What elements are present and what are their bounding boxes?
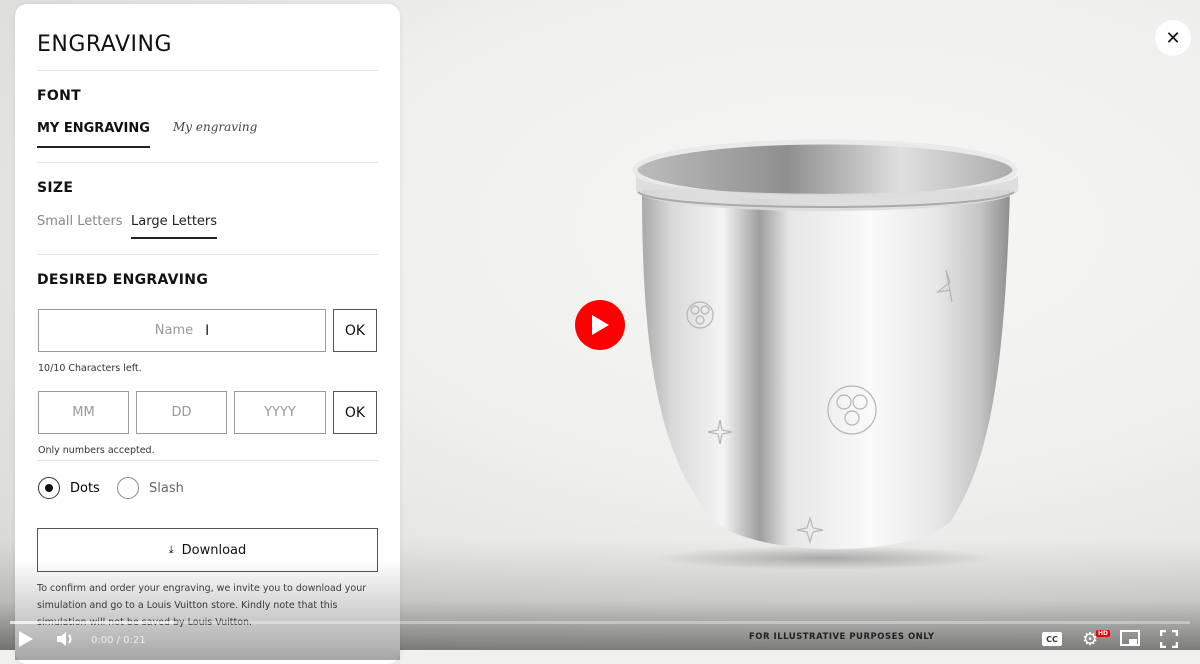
captions-button[interactable]: CC (1042, 632, 1062, 646)
chars-left-text: 10/10 Characters left. (38, 363, 142, 374)
name-ok-button[interactable]: OK (333, 309, 377, 352)
radio-selected-icon (38, 477, 60, 499)
month-input[interactable]: MM (38, 391, 129, 434)
radio-dots[interactable]: Dots (38, 477, 100, 499)
font-tab-label: My engraving (173, 120, 258, 134)
day-placeholder: DD (171, 405, 192, 420)
divider (37, 254, 378, 255)
active-tab-underline (131, 237, 218, 239)
close-icon: ✕ (1165, 27, 1181, 49)
name-input[interactable]: Name I (38, 309, 326, 352)
numbers-hint-text: Only numbers accepted. (38, 445, 155, 456)
size-tab-label: Large Letters (131, 214, 218, 229)
radio-label: Slash (149, 480, 184, 496)
play-button[interactable] (18, 630, 34, 648)
close-button[interactable]: ✕ (1155, 20, 1191, 56)
play-icon (19, 631, 33, 647)
name-placeholder: Name (154, 323, 194, 338)
miniplayer-icon (1129, 638, 1137, 644)
radio-unselected-icon (117, 477, 139, 499)
text-cursor-icon: I (205, 322, 210, 339)
miniplayer-button[interactable] (1120, 630, 1140, 646)
size-heading: SIZE (37, 180, 74, 196)
volume-icon (57, 632, 72, 646)
large-play-button[interactable] (575, 300, 625, 350)
font-heading: FONT (37, 88, 81, 104)
hd-badge: HD (1096, 630, 1111, 637)
captions-icon: CC (1046, 634, 1058, 644)
desired-engraving-heading: DESIRED ENGRAVING (37, 272, 209, 288)
time-display: 0:00 / 0:21 (91, 635, 146, 646)
size-tab-large[interactable]: Large Letters (131, 214, 218, 239)
engraving-panel: ENGRAVING FONT MY ENGRAVING My engraving… (15, 4, 400, 664)
fullscreen-button[interactable] (1160, 630, 1178, 648)
radio-label: Dots (70, 480, 100, 496)
progress-bar[interactable] (10, 621, 1190, 624)
radio-slash[interactable]: Slash (117, 477, 184, 499)
font-tab-label: MY ENGRAVING (37, 121, 150, 136)
day-input[interactable]: DD (136, 391, 227, 434)
buffered-bar (10, 621, 176, 624)
size-tab-label: Small Letters (37, 214, 123, 229)
player-controls: CC ⚙ (0, 626, 1200, 650)
active-tab-underline (37, 146, 150, 148)
year-input[interactable]: YYYY (234, 391, 326, 434)
year-placeholder: YYYY (264, 405, 296, 420)
download-button[interactable]: ⤓ Download (37, 528, 378, 572)
download-arrow-icon: ⤓ (168, 543, 174, 556)
divider (37, 70, 378, 71)
fullscreen-icon (1160, 630, 1178, 648)
download-label: Download (181, 542, 247, 558)
month-placeholder: MM (72, 405, 95, 420)
volume-button[interactable] (56, 630, 76, 648)
panel-title: ENGRAVING (37, 32, 172, 57)
font-tab-script[interactable]: My engraving (173, 120, 257, 134)
font-tab-my-engraving[interactable]: MY ENGRAVING (37, 121, 150, 148)
divider (37, 460, 378, 461)
product-cup-image (632, 139, 1018, 570)
play-icon (592, 315, 609, 335)
divider (37, 162, 378, 163)
size-tab-small[interactable]: Small Letters (37, 214, 123, 229)
date-ok-button[interactable]: OK (333, 391, 377, 434)
